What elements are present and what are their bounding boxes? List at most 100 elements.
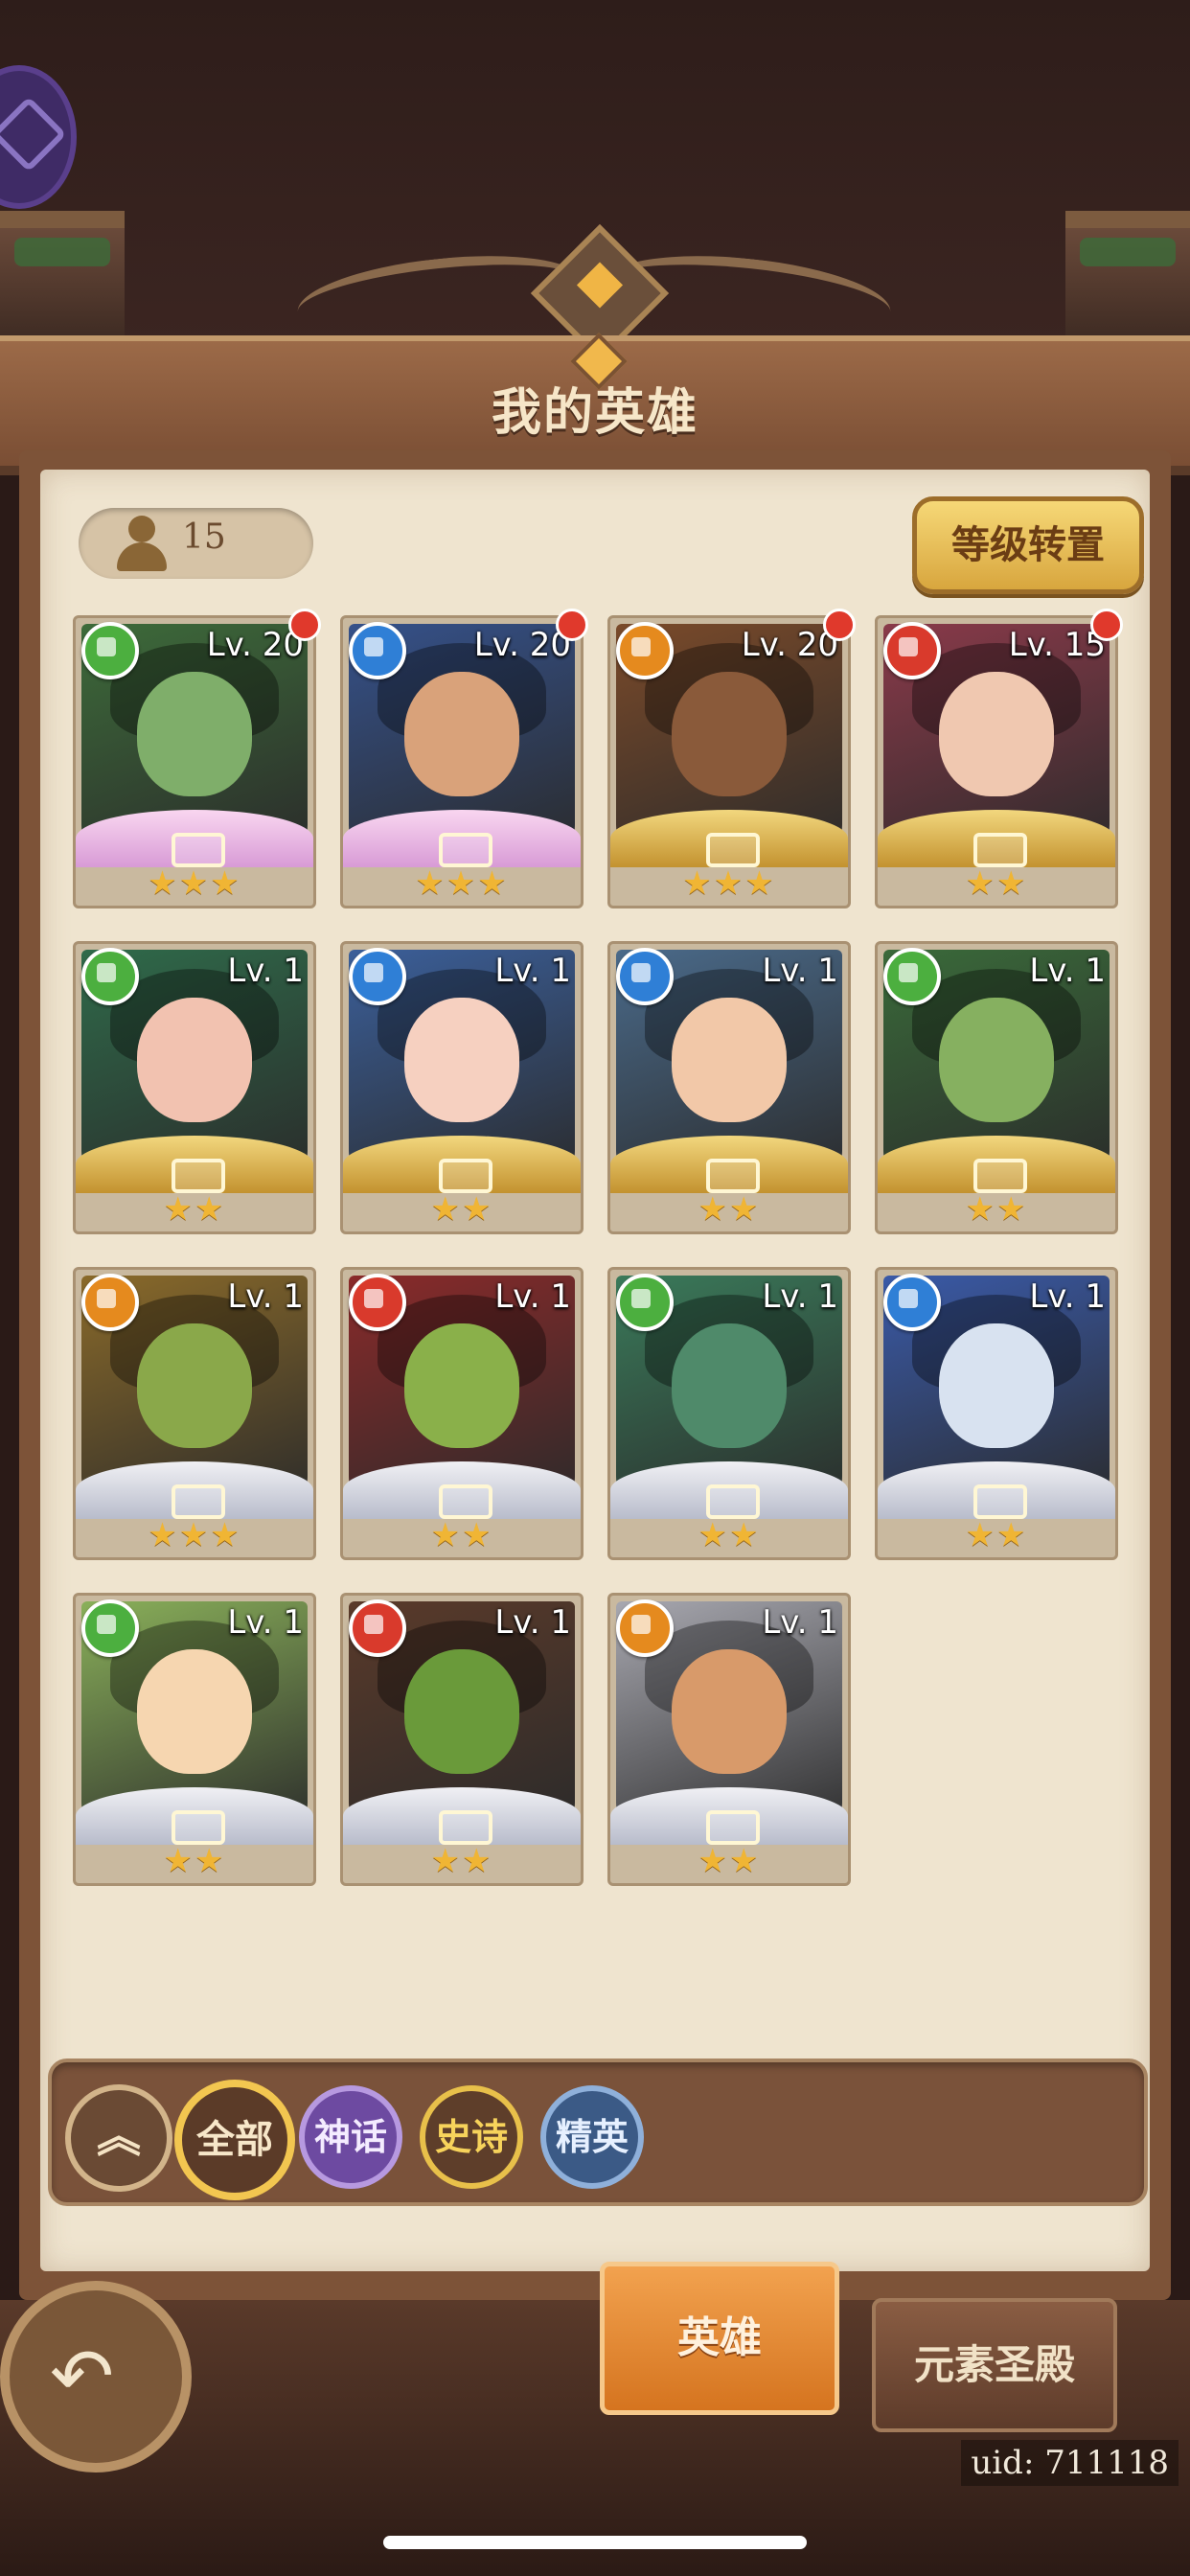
uid-label: uid: 711118 [961, 2440, 1179, 2486]
home-indicator[interactable] [383, 2536, 807, 2549]
hero-level: Lv. 1 [762, 952, 838, 990]
rarity-emblem-icon [439, 1484, 492, 1519]
hero-stars: ★★ [698, 1190, 761, 1229]
hero-card[interactable]: Lv. 1 ★★ [607, 1267, 851, 1560]
rarity-emblem-icon [706, 1159, 760, 1193]
hero-stars: ★★ [163, 1190, 226, 1229]
hero-count: 15 [182, 518, 226, 557]
hero-level: Lv. 1 [227, 1277, 304, 1316]
hero-level: Lv. 1 [1029, 1277, 1106, 1316]
double-chevron-up-icon: ︽ [97, 2110, 141, 2162]
hero-stars: ★★ [430, 1842, 493, 1880]
hero-card[interactable]: Lv. 15 ★★ [875, 609, 1123, 908]
water-element-icon [349, 948, 406, 1005]
hero-level: Lv. 1 [227, 952, 304, 990]
nature-element-icon [81, 1599, 139, 1657]
notification-dot [288, 609, 321, 641]
filter-elite-button[interactable]: 精英 [540, 2085, 644, 2189]
hero-level: Lv. 1 [494, 1277, 571, 1316]
hero-stars: ★★ [698, 1842, 761, 1880]
notification-dot [1090, 609, 1123, 641]
hero-stars: ★★ [698, 1516, 761, 1554]
hero-card[interactable]: Lv. 1 ★★ [875, 1267, 1118, 1560]
hero-level: Lv. 1 [227, 1603, 304, 1642]
hero-stars: ★★★ [682, 864, 776, 903]
left-pillar-decoration [0, 211, 125, 343]
light-element-icon [616, 622, 674, 679]
hero-level: Lv. 1 [762, 1603, 838, 1642]
hero-card[interactable]: Lv. 1 ★★ [607, 1593, 851, 1886]
filter-mythic-label: 神话 [313, 2116, 387, 2158]
level-transfer-button[interactable]: 等级转置 [912, 496, 1144, 594]
rarity-emblem-icon [172, 1484, 225, 1519]
fire-element-icon [349, 1599, 406, 1657]
hero-card[interactable]: Lv. 1 ★★ [607, 941, 851, 1234]
hero-card[interactable]: Lv. 1 ★★ [73, 1593, 316, 1886]
tab-hero[interactable]: 英雄 [600, 2262, 839, 2415]
nature-element-icon [883, 948, 941, 1005]
hero-card[interactable]: Lv. 1 ★★ [340, 1267, 584, 1560]
filter-mythic-button[interactable]: 神话 [299, 2085, 402, 2189]
filter-epic-label: 史诗 [434, 2116, 508, 2158]
fire-element-icon [883, 622, 941, 679]
collapse-button[interactable]: ︽ [65, 2084, 172, 2192]
hero-level: Lv. 1 [762, 1277, 838, 1316]
rarity-emblem-icon [973, 1484, 1027, 1519]
rarity-emblem-icon [439, 1810, 492, 1845]
hero-level: Lv. 1 [1029, 952, 1106, 990]
nature-element-icon [81, 948, 139, 1005]
filter-all-button[interactable]: 全部 [174, 2080, 295, 2200]
back-arrow-icon: ↶ [50, 2332, 115, 2421]
nature-element-icon [81, 622, 139, 679]
person-icon [115, 516, 169, 571]
rarity-emblem-icon [172, 833, 225, 867]
hero-stars: ★★ [965, 1190, 1028, 1229]
hero-stars: ★★ [965, 1516, 1028, 1554]
water-element-icon [616, 948, 674, 1005]
hexagon-icon [0, 96, 67, 172]
filter-all-label: 全部 [196, 2118, 273, 2162]
water-element-icon [349, 622, 406, 679]
page-title: 我的英雄 [491, 384, 698, 442]
rarity-emblem-icon [706, 1810, 760, 1845]
nature-element-icon [616, 1274, 674, 1331]
hero-card[interactable]: Lv. 20 ★★★ [73, 609, 321, 908]
hero-stars: ★★ [965, 864, 1028, 903]
light-element-icon [81, 1274, 139, 1331]
light-element-icon [616, 1599, 674, 1657]
hero-card[interactable]: Lv. 20 ★★★ [607, 609, 856, 908]
fire-element-icon [349, 1274, 406, 1331]
filter-elite-label: 精英 [555, 2116, 629, 2158]
hero-card[interactable]: Lv. 1 ★★ [340, 941, 584, 1234]
hero-stars: ★★★ [148, 864, 241, 903]
hero-stars: ★★ [163, 1842, 226, 1880]
water-element-icon [883, 1274, 941, 1331]
level-transfer-label: 等级转置 [951, 523, 1105, 567]
tab-hero-label: 英雄 [677, 2313, 762, 2362]
tab-element-temple[interactable]: 元素圣殿 [872, 2298, 1117, 2432]
rarity-emblem-icon [439, 833, 492, 867]
rarity-emblem-icon [973, 1159, 1027, 1193]
hero-level: Lv. 1 [494, 1603, 571, 1642]
right-pillar-decoration [1065, 211, 1190, 343]
notification-dot [556, 609, 588, 641]
tab-temple-label: 元素圣殿 [913, 2341, 1075, 2388]
rarity-emblem-icon [172, 1159, 225, 1193]
hero-stars: ★★ [430, 1516, 493, 1554]
hero-stars: ★★★ [415, 864, 509, 903]
hero-stars: ★★ [430, 1190, 493, 1229]
hero-card[interactable]: Lv. 20 ★★★ [340, 609, 588, 908]
notification-dot [823, 609, 856, 641]
back-button[interactable]: ↶ [0, 2281, 192, 2472]
rarity-emblem-icon [973, 833, 1027, 867]
rarity-emblem-icon [706, 1484, 760, 1519]
hero-card[interactable]: Lv. 1 ★★ [875, 941, 1118, 1234]
hero-card[interactable]: Lv. 1 ★★★ [73, 1267, 316, 1560]
hero-stars: ★★★ [148, 1516, 241, 1554]
hero-card[interactable]: Lv. 1 ★★ [340, 1593, 584, 1886]
filter-epic-button[interactable]: 史诗 [420, 2085, 523, 2189]
rarity-emblem-icon [706, 833, 760, 867]
rarity-emblem-icon [172, 1810, 225, 1845]
hero-card[interactable]: Lv. 1 ★★ [73, 941, 316, 1234]
rarity-emblem-icon [439, 1159, 492, 1193]
